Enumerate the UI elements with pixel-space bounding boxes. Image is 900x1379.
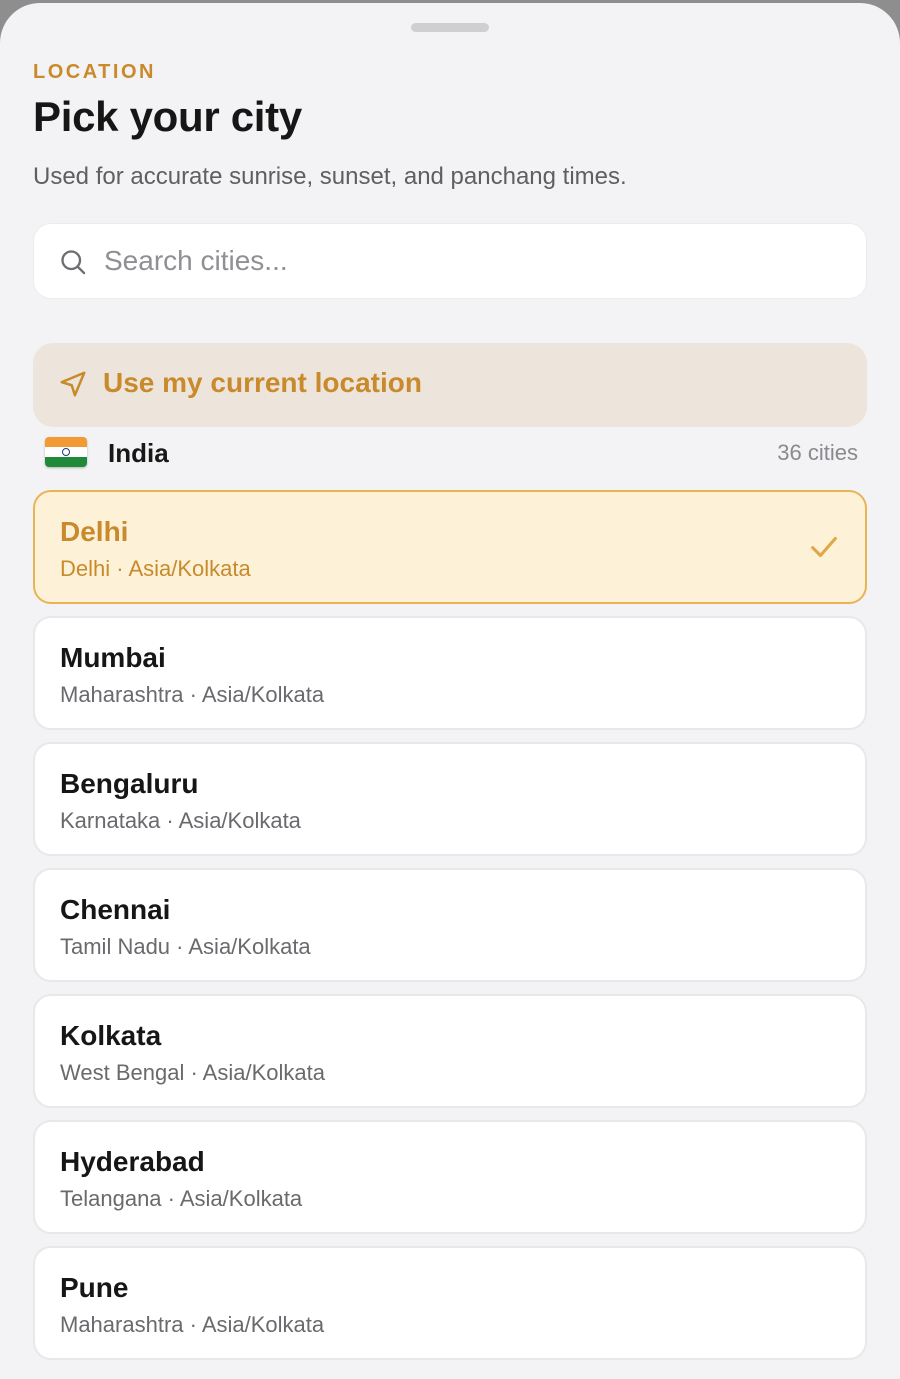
city-item-chennai[interactable]: Chennai Tamil Nadu · Asia/Kolkata [33,868,867,982]
city-meta: West Bengal · Asia/Kolkata [60,1060,325,1085]
city-item-pune[interactable]: Pune Maharashtra · Asia/Kolkata [33,1246,867,1360]
city-meta: Tamil Nadu · Asia/Kolkata [60,934,311,959]
country-name: India [108,438,169,468]
city-name: Delhi [60,516,129,547]
search-icon [61,250,86,275]
city-item-bengaluru[interactable]: Bengaluru Karnataka · Asia/Kolkata [33,742,867,856]
city-meta: Karnataka · Asia/Kolkata [60,808,301,833]
bottom-sheet: LOCATION Pick your city Used for accurat… [0,3,900,1379]
section-eyebrow: LOCATION [33,61,156,83]
city-meta: Delhi · Asia/Kolkata [60,556,251,581]
navigation-arrow-icon [60,371,86,397]
city-name: Chennai [60,894,171,925]
city-count: 36 cities [777,440,858,465]
city-name: Pune [60,1272,129,1303]
search-input[interactable] [104,224,844,298]
city-item-hyderabad[interactable]: Hyderabad Telangana · Asia/Kolkata [33,1120,867,1234]
checkmark-icon [811,536,837,558]
use-current-location-label: Use my current location [103,367,422,398]
city-meta: Telangana · Asia/Kolkata [60,1186,303,1211]
city-item-mumbai[interactable]: Mumbai Maharashtra · Asia/Kolkata [33,616,867,730]
city-name: Hyderabad [60,1146,205,1177]
city-item-delhi[interactable]: Delhi Delhi · Asia/Kolkata [33,490,867,604]
city-meta: Maharashtra · Asia/Kolkata [60,682,325,707]
city-name: Kolkata [60,1020,162,1051]
search-box[interactable] [33,223,867,299]
page-title: Pick your city [33,93,302,140]
use-current-location-button[interactable]: Use my current location [33,343,867,427]
city-item-kolkata[interactable]: Kolkata West Bengal · Asia/Kolkata [33,994,867,1108]
city-name: Bengaluru [60,768,199,799]
india-flag-icon [45,437,87,467]
sheet-grabber-handle[interactable] [411,23,489,32]
country-group-header: India 36 cities [33,433,867,473]
page-subtitle: Used for accurate sunrise, sunset, and p… [33,163,627,190]
city-name: Mumbai [60,642,166,673]
city-meta: Maharashtra · Asia/Kolkata [60,1312,325,1337]
